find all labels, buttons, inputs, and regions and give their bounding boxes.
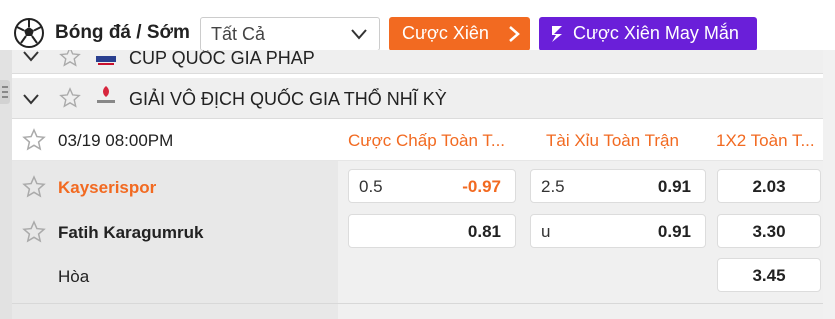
handicap-away-odds[interactable]: 0.81 (348, 214, 516, 248)
parlay-button-label: Cược Xiên (402, 23, 489, 43)
row-divider (12, 303, 835, 304)
match-row: Kayserispor Fatih Karagumruk Hòa 0.5 -0.… (12, 161, 835, 319)
match-time: 03/19 08:00PM (58, 131, 174, 150)
lucky-parlay-button-label: Cược Xiên May Mắn (573, 23, 739, 43)
x12-home-odds[interactable]: 2.03 (717, 169, 821, 203)
column-header-1x2: 1X2 Toàn T... (716, 131, 815, 150)
under-odds[interactable]: u 0.91 (530, 214, 706, 248)
odds-value: 3.30 (752, 222, 786, 241)
odds-line: 0.5 (359, 177, 383, 196)
odds-line: 2.5 (541, 177, 565, 196)
home-team-name: Kayserispor (58, 178, 157, 197)
draw-label: Hòa (58, 267, 90, 286)
lucky-parlay-button[interactable]: Cược Xiên May Mắn (539, 17, 757, 51)
coupe-de-france-logo (96, 56, 116, 65)
star-icon[interactable] (59, 87, 81, 109)
chevron-right-icon (509, 26, 520, 42)
parlay-button[interactable]: Cược Xiên (389, 17, 530, 51)
odds-value: 0.91 (657, 177, 691, 196)
filter-dropdown-value: Tất Cả (211, 24, 266, 44)
chevron-down-icon[interactable] (22, 93, 40, 105)
star-icon[interactable] (22, 175, 46, 199)
over-odds[interactable]: 2.5 0.91 (530, 169, 706, 203)
x12-draw-odds[interactable]: 3.45 (717, 258, 821, 292)
star-icon[interactable] (22, 220, 46, 244)
league-row[interactable]: GIẢI VÔ ĐỊCH QUỐC GIA THỔ NHĨ KỲ (12, 78, 835, 119)
teams-column: Kayserispor Fatih Karagumruk Hòa (12, 161, 338, 319)
soccer-ball-icon (14, 18, 44, 48)
lightning-icon (552, 26, 562, 42)
chevron-down-icon[interactable] (22, 50, 40, 62)
star-icon[interactable] (22, 128, 46, 152)
match-header-row: 03/19 08:00PM Cược Chấp Toàn T... Tài Xỉ… (12, 120, 835, 161)
scrollbar[interactable] (823, 50, 835, 319)
chevron-down-icon (351, 29, 367, 40)
column-header-handicap: Cược Chấp Toàn T... (348, 131, 506, 150)
odds-value: 2.03 (752, 177, 786, 196)
odds-value: -0.97 (462, 177, 501, 196)
odds-column: 0.5 -0.97 0.81 2.5 0.91 u 0.91 2.03 3.30 (338, 161, 835, 319)
page-title: Bóng đá / Sớm (55, 22, 190, 43)
odds-value: 3.45 (752, 266, 786, 285)
star-icon[interactable] (59, 50, 81, 68)
league-name: CÚP QUỐC GIA PHÁP (129, 50, 315, 68)
column-header-over-under: Tài Xỉu Toàn Trận (546, 131, 679, 150)
filter-dropdown[interactable]: Tất Cả (200, 17, 380, 51)
odds-value: 0.81 (467, 222, 501, 241)
x12-away-odds[interactable]: 3.30 (717, 214, 821, 248)
super-lig-logo (97, 86, 115, 103)
side-strip (0, 50, 12, 319)
league-name: GIẢI VÔ ĐỊCH QUỐC GIA THỔ NHĨ KỲ (129, 89, 447, 109)
handicap-home-odds[interactable]: 0.5 -0.97 (348, 169, 516, 203)
menu-handle-icon[interactable] (0, 80, 10, 104)
match-list: CÚP QUỐC GIA PHÁP GIẢI VÔ ĐỊCH QUỐC GIA … (12, 50, 835, 319)
away-team-name: Fatih Karagumruk (58, 223, 204, 242)
odds-line: u (541, 222, 551, 241)
league-row[interactable]: CÚP QUỐC GIA PHÁP (12, 50, 835, 74)
odds-value: 0.91 (657, 222, 691, 241)
